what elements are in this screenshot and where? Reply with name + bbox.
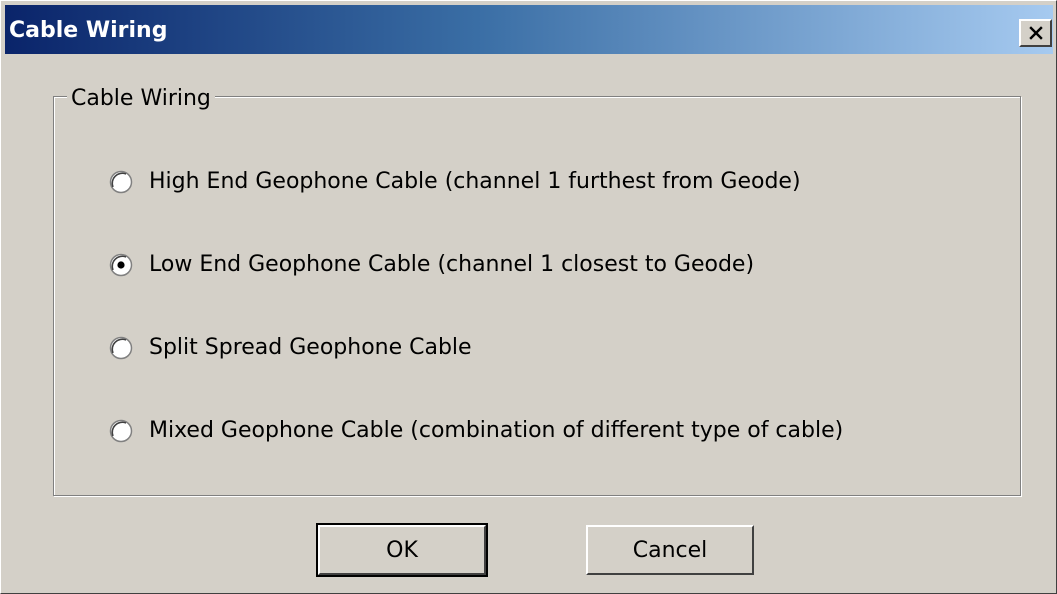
radio-label-split-spread: Split Spread Geophone Cable xyxy=(149,335,472,360)
radio-low-end-cable[interactable]: Low End Geophone Cable (channel 1 closes… xyxy=(109,250,754,280)
cable-wiring-dialog: Cable Wiring Cable Wiring High End Geoph… xyxy=(0,0,1057,594)
radio-label-high-end: High End Geophone Cable (channel 1 furth… xyxy=(149,169,801,194)
radio-button-icon[interactable] xyxy=(109,419,133,443)
radio-high-end-cable[interactable]: High End Geophone Cable (channel 1 furth… xyxy=(109,167,801,197)
title-bar[interactable]: Cable Wiring xyxy=(5,5,1053,54)
close-icon xyxy=(1029,26,1043,40)
radio-button-icon[interactable] xyxy=(109,170,133,194)
radio-label-low-end: Low End Geophone Cable (channel 1 closes… xyxy=(149,252,755,277)
radio-mixed-cable[interactable]: Mixed Geophone Cable (combination of dif… xyxy=(109,416,843,446)
ok-button[interactable]: OK xyxy=(316,523,488,577)
window-title: Cable Wiring xyxy=(9,18,168,43)
radio-label-mixed: Mixed Geophone Cable (combination of dif… xyxy=(149,418,844,443)
groupbox-legend: Cable Wiring xyxy=(67,86,215,112)
radio-button-icon[interactable] xyxy=(109,336,133,360)
radio-button-icon[interactable] xyxy=(109,253,133,277)
radio-split-spread-cable[interactable]: Split Spread Geophone Cable xyxy=(109,333,472,363)
cancel-button[interactable]: Cancel xyxy=(586,525,754,575)
close-button[interactable] xyxy=(1019,19,1052,47)
